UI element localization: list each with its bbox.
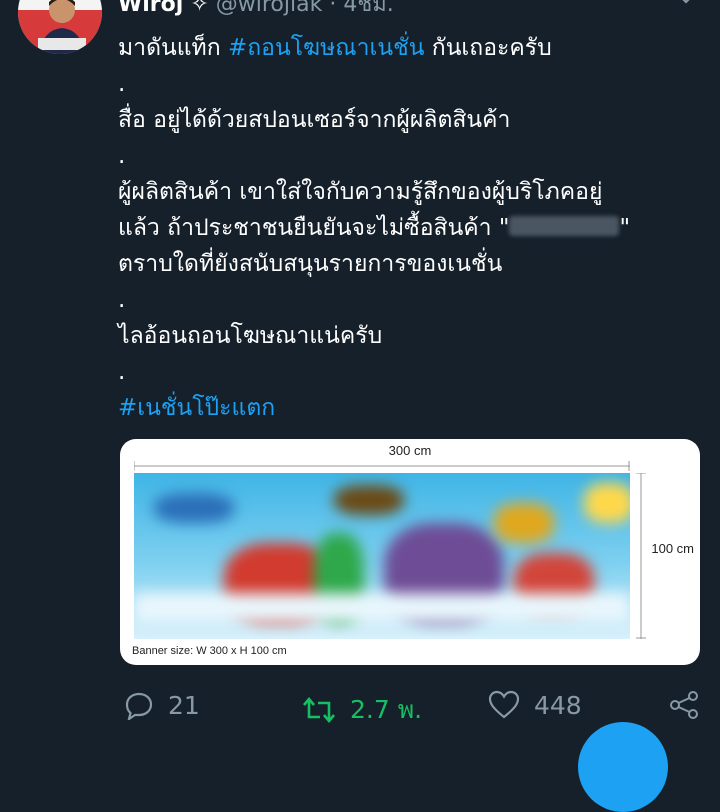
like-count: 448 — [534, 690, 582, 720]
banner-size-label: Banner size: W 300 x H 100 cm — [132, 645, 287, 657]
blurred-banner — [134, 473, 630, 639]
separator-dot: · — [329, 0, 337, 17]
banner-width-label: 300 cm — [388, 443, 432, 458]
author-name[interactable]: Wiroj — [118, 0, 183, 17]
author-name-emoji: ✧ — [190, 0, 209, 17]
tweet-line: ไลอ้อนถอนโฆษณาแน่ครับ — [118, 323, 383, 349]
tweet-line: ตราบใดที่ยังสนับสนุนรายการของเนชั่น — [118, 251, 503, 277]
tweet-text: มาดันแท็ก #ถอนโฆษณาเนชั่น กันเถอะครับ . … — [118, 30, 708, 426]
reply-icon — [125, 692, 153, 720]
tweet-line: #เนชั่นโป๊ะแตก — [118, 390, 708, 426]
tweet-line: . — [118, 287, 126, 313]
heart-icon — [488, 690, 520, 719]
retweet-icon — [303, 696, 335, 724]
tweet-time[interactable]: 4ชม. — [343, 0, 393, 17]
avatar[interactable] — [18, 0, 102, 54]
reply-button[interactable]: 21 — [124, 690, 200, 720]
share-button[interactable] — [668, 690, 700, 720]
compose-button[interactable] — [578, 722, 668, 812]
width-dimension-line — [134, 461, 630, 471]
tweet-line: แล้ว ถ้าประชาชนยืนยันจะไม่ซื้อสินค้า " " — [118, 215, 631, 241]
reply-count: 21 — [168, 690, 200, 720]
tweet-line: มาดันแท็ก #ถอนโฆษณาเนชั่น กันเถอะครับ — [118, 35, 552, 61]
blurred-brand-name — [509, 215, 620, 236]
height-dimension-line — [636, 473, 646, 639]
tweet-line: สื่อ อยู่ได้ด้วยสปอนเซอร์จากผู้ผลิตสินค้… — [118, 107, 511, 133]
avatar-photo — [18, 0, 102, 54]
tweet-line: . — [118, 359, 126, 385]
tweet-header: Wiroj ✧ @wirojlak · 4ชม. — [118, 0, 700, 17]
author-handle[interactable]: @wirojlak — [216, 0, 323, 17]
retweet-count: 2.7 พ. — [350, 695, 423, 724]
like-button[interactable]: 448 — [488, 690, 582, 720]
tweet-line: ผู้ผลิตสินค้า เขาใส่ใจกับความรู้สึกของผู… — [118, 179, 603, 205]
tweet-line: . — [118, 71, 126, 97]
tweet-media-image[interactable]: 300 cm 100 cm Banner size: W 300 x H 100… — [120, 439, 700, 665]
hashtag-link[interactable]: #เนชั่นโป๊ะแตก — [118, 395, 275, 421]
chevron-down-icon[interactable] — [674, 0, 698, 10]
hashtag-link[interactable]: #ถอนโฆษณาเนชั่น — [228, 35, 425, 61]
tweet-line: . — [118, 143, 126, 169]
banner-height-label: 100 cm — [651, 541, 694, 556]
retweet-button[interactable]: 2.7 พ. — [302, 690, 422, 730]
share-icon — [670, 691, 698, 719]
